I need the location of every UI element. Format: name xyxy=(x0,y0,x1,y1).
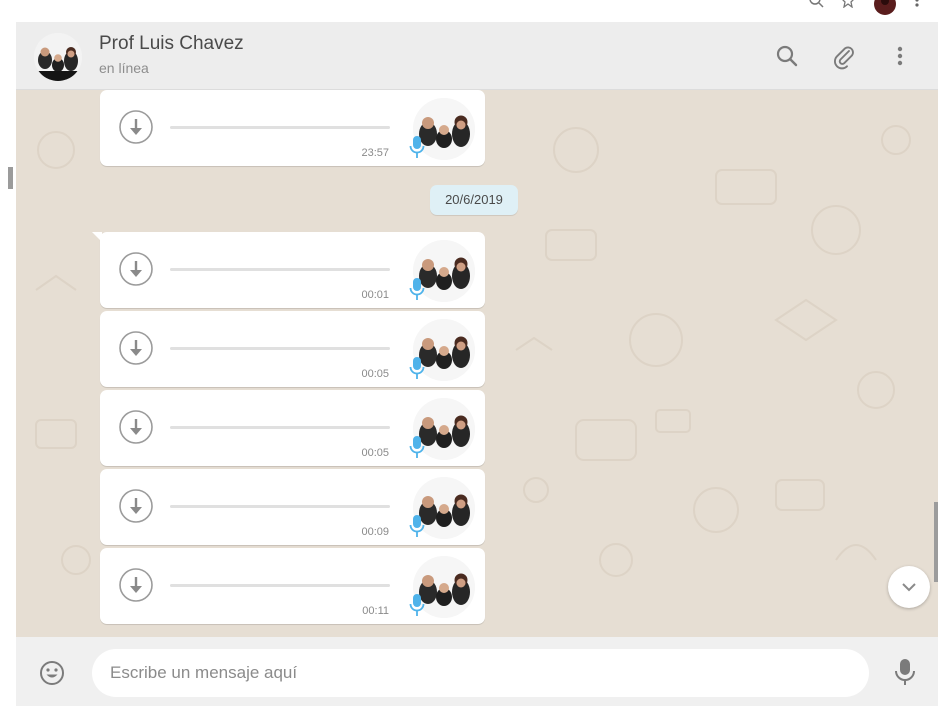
zoom-icon[interactable] xyxy=(808,0,824,8)
contact-name[interactable]: Prof Luis Chavez xyxy=(99,33,244,55)
date-separator: 20/6/2019 xyxy=(430,185,518,215)
chat-window: Prof Luis Chavez en línea 20/6/2019 23:5… xyxy=(16,22,938,706)
voice-duration: 00:05 xyxy=(361,368,389,380)
download-icon[interactable] xyxy=(118,251,154,287)
voice-duration: 00:05 xyxy=(361,447,389,459)
voice-message[interactable]: 00:05 xyxy=(100,390,485,466)
audio-track[interactable] xyxy=(170,584,390,587)
message-input[interactable] xyxy=(92,649,869,697)
audio-track[interactable] xyxy=(170,126,390,129)
audio-track[interactable] xyxy=(170,268,390,271)
voice-duration: 00:09 xyxy=(361,526,389,538)
voice-message[interactable]: 23:57 xyxy=(100,90,485,166)
scrollbar-thumb[interactable] xyxy=(934,502,938,582)
chat-header: Prof Luis Chavez en línea xyxy=(16,22,938,90)
voice-message[interactable]: 00:11 xyxy=(100,548,485,624)
download-icon[interactable] xyxy=(118,109,154,145)
voice-message[interactable]: 00:01 xyxy=(92,232,485,308)
voice-duration: 00:11 xyxy=(362,605,389,617)
profile-avatar-icon[interactable] xyxy=(873,0,897,16)
emoji-icon[interactable] xyxy=(38,659,66,687)
audio-track[interactable] xyxy=(170,347,390,350)
mic-icon xyxy=(409,136,425,158)
left-edge-marker xyxy=(8,167,13,189)
compose-bar xyxy=(16,637,938,706)
mic-icon xyxy=(409,357,425,379)
mic-icon xyxy=(409,515,425,537)
search-icon[interactable] xyxy=(773,42,801,70)
microphone-icon[interactable] xyxy=(893,657,917,687)
download-icon[interactable] xyxy=(118,330,154,366)
chevron-down-icon xyxy=(902,583,916,592)
contact-status: en línea xyxy=(99,60,149,76)
mic-icon xyxy=(409,594,425,616)
voice-duration: 00:01 xyxy=(361,289,389,301)
bookmark-star-icon[interactable] xyxy=(840,0,856,8)
contact-avatar[interactable] xyxy=(34,33,82,81)
voice-message[interactable]: 00:05 xyxy=(100,311,485,387)
download-icon[interactable] xyxy=(118,567,154,603)
more-vert-icon[interactable] xyxy=(886,42,914,70)
audio-track[interactable] xyxy=(170,426,390,429)
voice-message[interactable]: 00:09 xyxy=(100,469,485,545)
group-photo-icon xyxy=(34,33,82,81)
audio-track[interactable] xyxy=(170,505,390,508)
mic-icon xyxy=(409,436,425,458)
scroll-to-bottom-button[interactable] xyxy=(888,566,930,608)
mic-icon xyxy=(409,278,425,300)
browser-menu-icon[interactable] xyxy=(914,0,920,8)
download-icon[interactable] xyxy=(118,409,154,445)
voice-duration: 23:57 xyxy=(361,147,389,159)
download-icon[interactable] xyxy=(118,488,154,524)
message-area[interactable]: 20/6/2019 23:57 00:01 00:05 00:05 00:09 … xyxy=(16,90,938,637)
attach-icon[interactable] xyxy=(830,42,858,70)
browser-toolbar-strip xyxy=(0,0,938,22)
left-gutter xyxy=(0,22,16,706)
